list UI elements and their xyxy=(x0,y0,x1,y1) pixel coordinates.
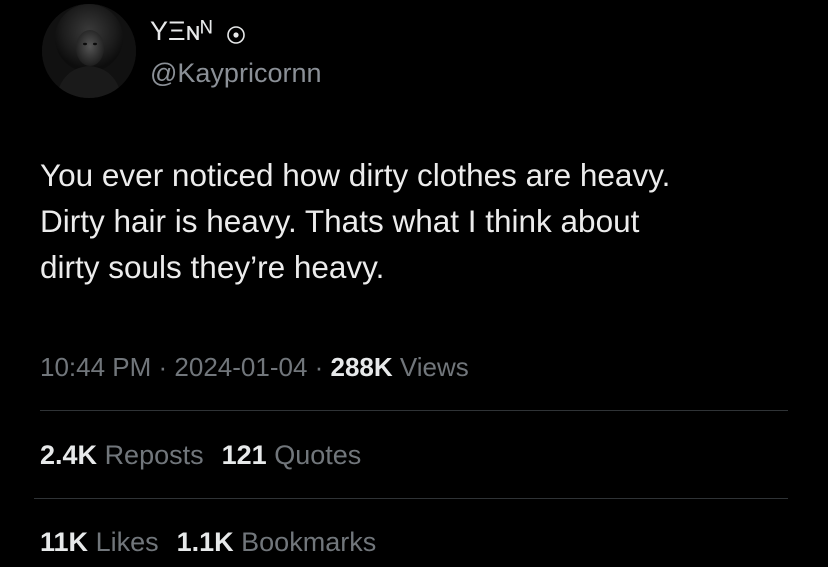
quotes-label: Quotes xyxy=(274,440,362,470)
divider xyxy=(40,410,788,411)
tweet-text-line: You ever noticed how dirty clothes are h… xyxy=(40,157,671,193)
display-name[interactable]: ΥΞɴᴺ xyxy=(150,14,212,48)
bookmarks-stat[interactable]: 1.1K Bookmarks xyxy=(177,527,377,557)
divider xyxy=(34,498,788,499)
reposts-stat[interactable]: 2.4K Reposts xyxy=(40,440,204,470)
likes-stat[interactable]: 11K Likes xyxy=(40,527,159,557)
reposts-count: 2.4K xyxy=(40,440,98,470)
bookmarks-label: Bookmarks xyxy=(241,527,377,557)
quotes-stat[interactable]: 121 Quotes xyxy=(222,440,362,470)
engagement-row-2: 11K Likes 1.1K Bookmarks xyxy=(40,523,376,561)
bookmarks-count: 1.1K xyxy=(176,527,234,557)
tweet-text-line: dirty souls they’re heavy. xyxy=(40,249,385,285)
avatar-image xyxy=(42,4,136,98)
tweet-text-line: Dirty hair is heavy. Thats what I think … xyxy=(40,203,640,239)
likes-label: Likes xyxy=(95,527,159,557)
avatar[interactable] xyxy=(42,4,136,98)
meta-separator: · xyxy=(307,352,331,382)
views-label: Views xyxy=(399,352,469,382)
engagement-row-1: 2.4K Reposts 121 Quotes xyxy=(40,436,361,474)
sun-circle-icon xyxy=(227,26,245,44)
views-count: 288K xyxy=(330,352,393,382)
meta-separator: · xyxy=(151,352,175,382)
user-handle[interactable]: @Kaypricornn xyxy=(150,55,321,91)
tweet-date[interactable]: 2024-01-04 xyxy=(174,352,307,382)
quotes-count: 121 xyxy=(221,440,267,470)
tweet-time[interactable]: 10:44 PM xyxy=(40,352,151,382)
tweet-text: You ever noticed how dirty clothes are h… xyxy=(40,152,800,290)
tweet-meta: 10:44 PM · 2024-01-04 · 288K Views xyxy=(40,348,469,386)
likes-count: 11K xyxy=(40,527,89,557)
reposts-label: Reposts xyxy=(104,440,204,470)
